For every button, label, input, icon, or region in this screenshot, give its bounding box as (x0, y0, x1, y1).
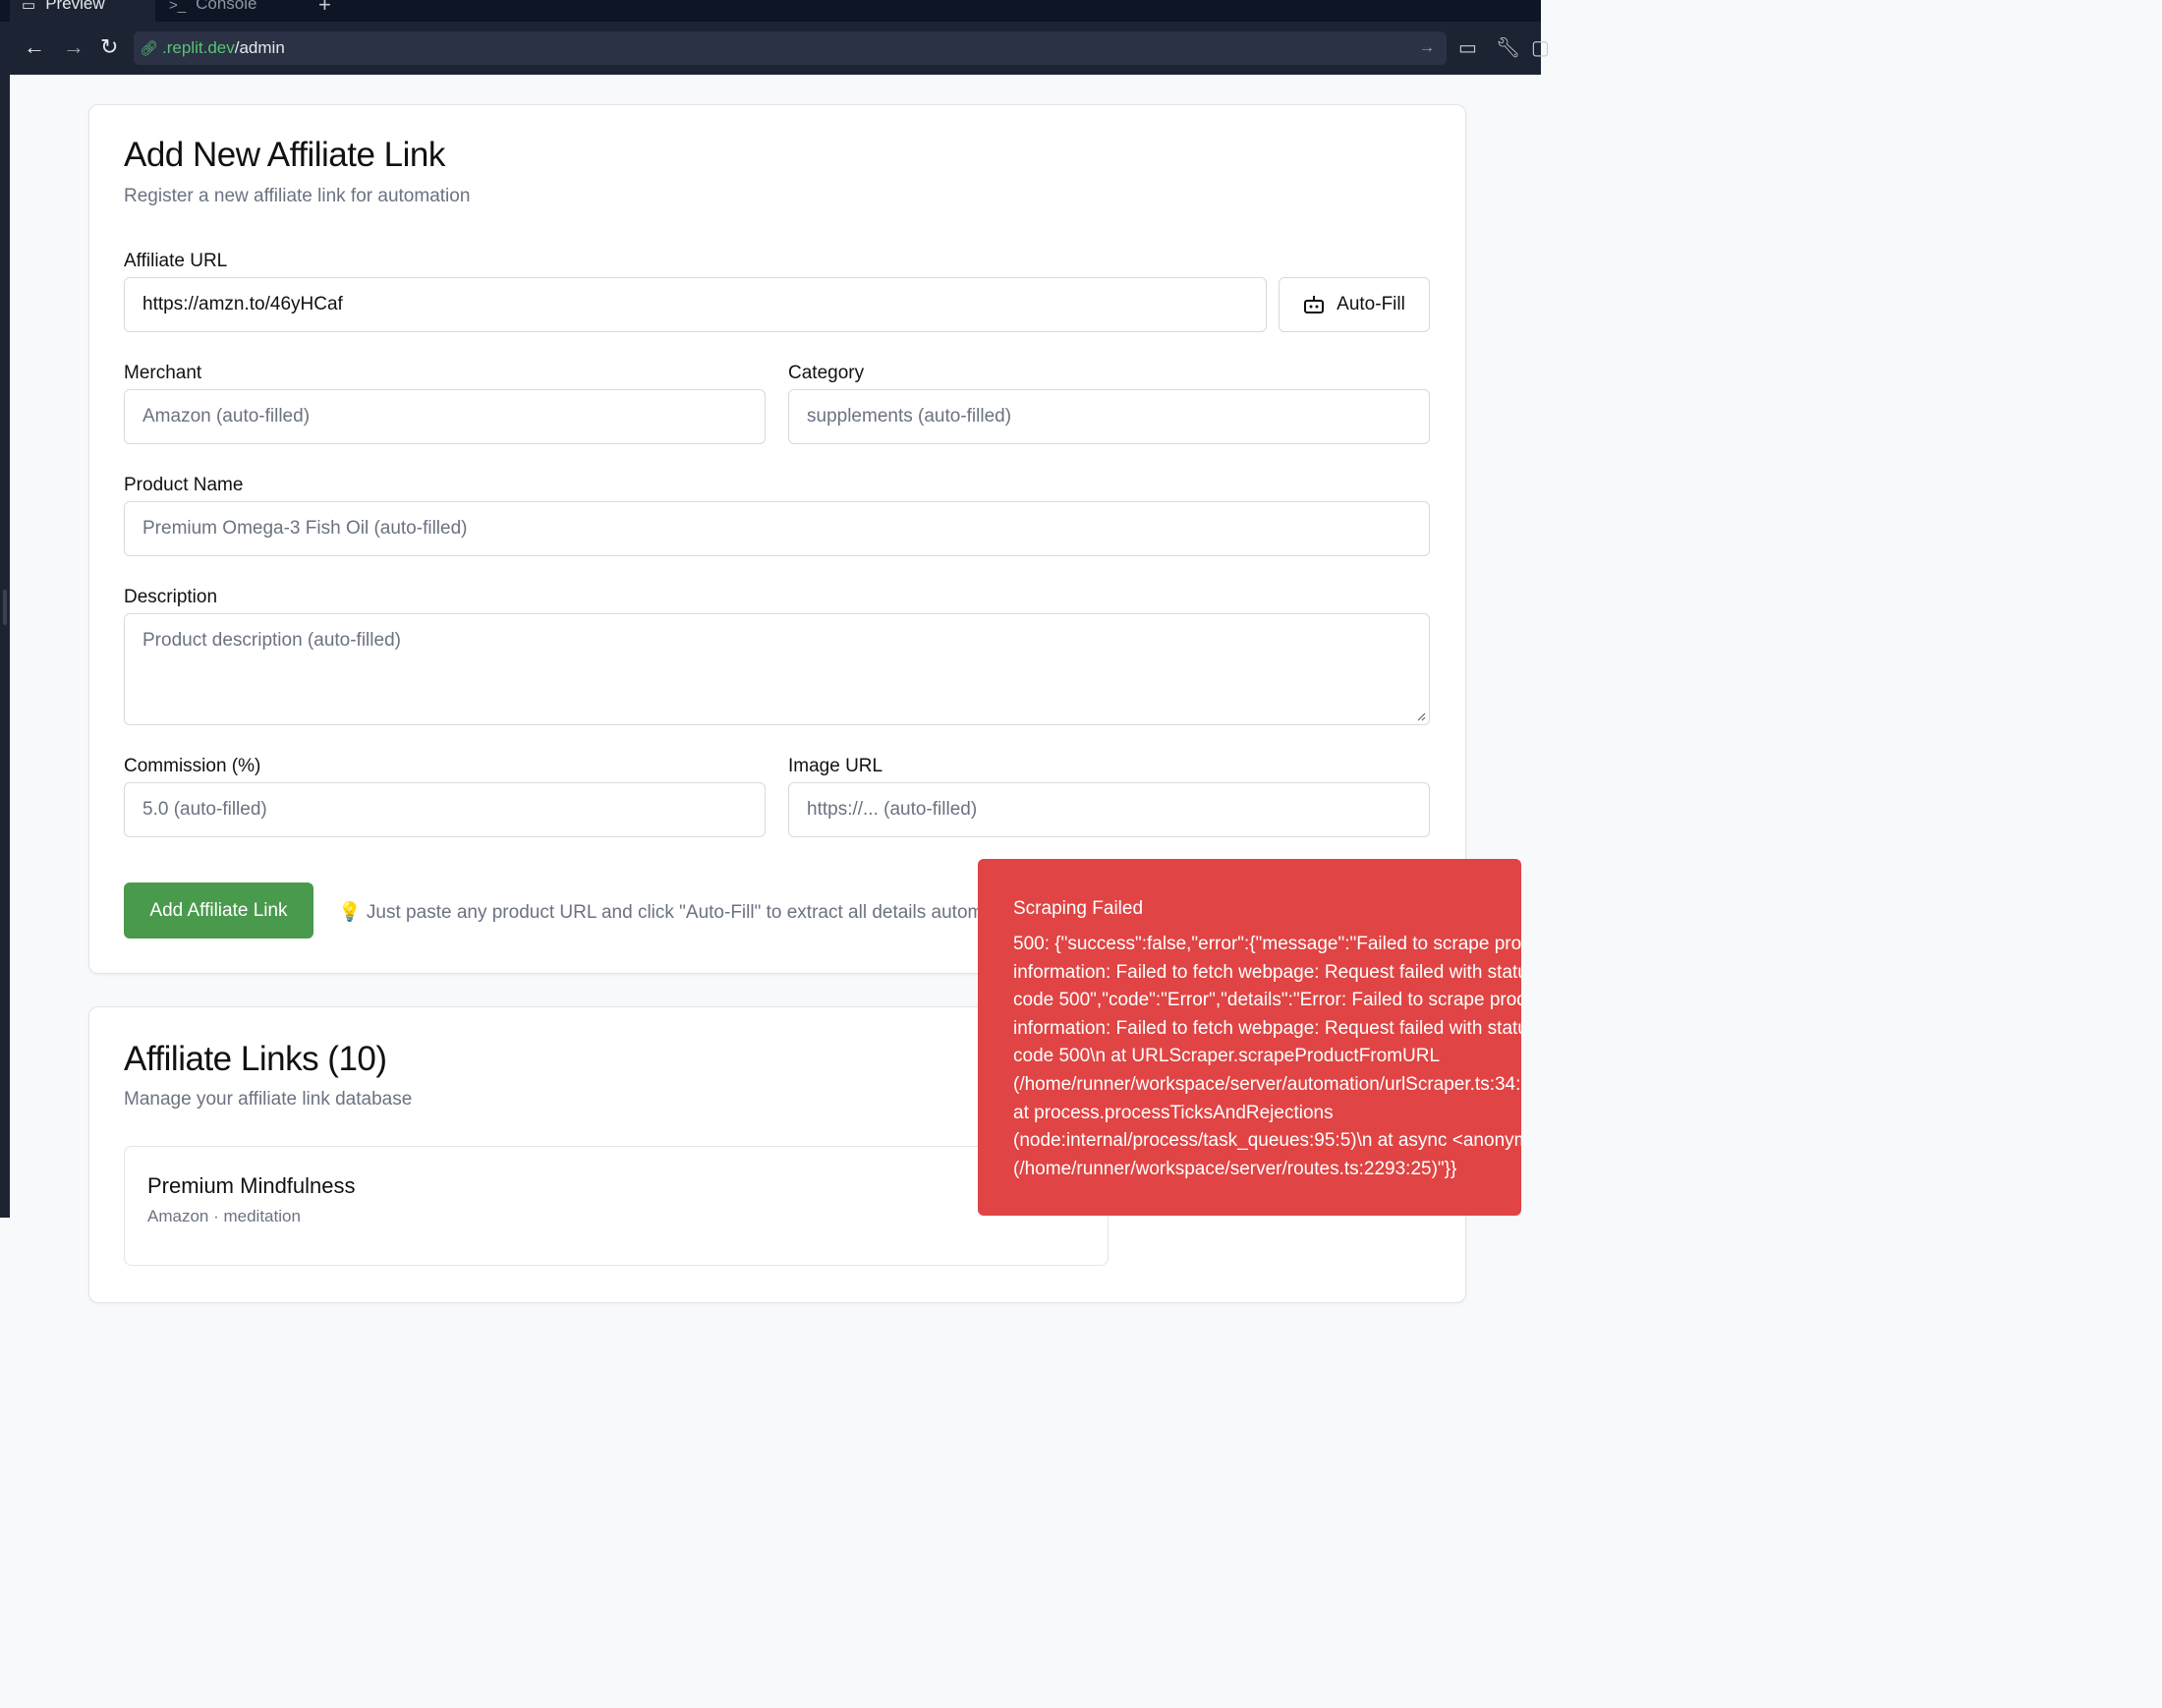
toast-line: code 500","code":"Error","details":"Erro… (1013, 990, 1521, 1011)
devices-icon[interactable]: ▭ (1458, 35, 1477, 60)
url-path: /admin (234, 38, 285, 57)
auto-fill-button[interactable]: Auto-Fill (1279, 277, 1430, 332)
link-item-title: Premium Mindfulness (147, 1173, 356, 1198)
error-toast[interactable]: Scraping Failed 500: {"success":false,"e… (978, 859, 1521, 1216)
terminal-icon: >_ (169, 0, 187, 14)
product-name-input[interactable]: Premium Omega-3 Fish Oil (auto-filled) (124, 501, 1430, 556)
wrench-icon[interactable]: 🔧︎ (1496, 35, 1520, 60)
link-item-subtitle: Amazon · meditation (147, 1207, 301, 1225)
toast-line: (/home/runner/workspace/server/automatio… (1013, 1073, 1521, 1095)
resize-handle-icon[interactable] (1416, 712, 1426, 721)
merchant-input[interactable]: Amazon (auto-filled) (124, 389, 766, 444)
robot-icon (1304, 296, 1325, 313)
refresh-icon[interactable]: ↻ (100, 33, 118, 61)
toast-title: Scraping Failed (1013, 898, 1144, 919)
toast-line: (node:internal/process/task_queues:95:5)… (1013, 1130, 1521, 1152)
left-panel-edge (0, 0, 10, 1218)
toast-line: information: Failed to fetch webpage: Re… (1013, 1017, 1521, 1039)
image-url-label: Image URL (788, 756, 883, 776)
toast-line: at process.processTicksAndRejections (1013, 1102, 1334, 1123)
toast-line: information: Failed to fetch webpage: Re… (1013, 961, 1521, 983)
description-label: Description (124, 587, 218, 607)
merchant-label: Merchant (124, 363, 202, 383)
tab-bar: ▭ Preview >_ Console + (0, 0, 1541, 22)
affiliate-url-label: Affiliate URL (124, 251, 228, 271)
affiliate-url-input[interactable]: https://amzn.to/46yHCaf (124, 277, 1267, 332)
tab-preview-label: Preview (45, 0, 105, 13)
links-title: Affiliate Links (10) (124, 1040, 387, 1078)
navigate-arrow-icon[interactable]: → (1419, 39, 1435, 57)
new-window-icon[interactable]: ▢ (1531, 35, 1550, 60)
forward-arrow-icon[interactable]: → (63, 33, 85, 61)
links-subtitle: Manage your affiliate link database (124, 1089, 413, 1110)
toast-line: 500: {"success":false,"error":{"message"… (1013, 934, 1521, 954)
back-arrow-icon[interactable]: ← (24, 33, 45, 61)
auto-fill-label: Auto-Fill (1337, 294, 1405, 314)
add-affiliate-link-button[interactable]: Add Affiliate Link (124, 882, 313, 939)
new-tab-button[interactable]: + (318, 0, 331, 18)
form-subtitle: Register a new affiliate link for automa… (124, 186, 471, 206)
description-textarea[interactable]: Product description (auto-filled) (124, 613, 1430, 725)
tab-console[interactable]: >_ Console (157, 0, 303, 22)
category-input[interactable]: supplements (auto-filled) (788, 389, 1430, 444)
link-item-card[interactable] (124, 1146, 1109, 1266)
image-url-input[interactable]: https://... (auto-filled) (788, 782, 1430, 837)
toast-line: code 500\n at URLScraper.scrapeProductFr… (1013, 1046, 1441, 1067)
form-title: Add New Affiliate Link (124, 136, 445, 174)
auto-fill-hint: 💡 Just paste any product URL and click "… (338, 902, 994, 923)
commission-input[interactable]: 5.0 (auto-filled) (124, 782, 766, 837)
url-domain: .replit.dev (162, 38, 235, 57)
tab-preview[interactable]: ▭ Preview (10, 0, 155, 22)
toast-line: (/home/runner/workspace/server/routes.ts… (1013, 1158, 1457, 1179)
browser-nav-bar: ← → ↻ 🔗︎ .replit.dev /admin → ▭ 🔧︎ ▢ (10, 22, 1550, 75)
description-placeholder: Product description (auto-filled) (142, 630, 401, 651)
address-bar[interactable]: 🔗︎ .replit.dev /admin → (134, 31, 1447, 65)
monitor-icon: ▭ (22, 0, 36, 14)
product-name-label: Product Name (124, 475, 244, 495)
toast-message: 500: {"success":false,"error":{"message"… (1013, 931, 1521, 1183)
category-label: Category (788, 363, 865, 383)
panel-resize-handle[interactable] (3, 590, 7, 625)
commission-label: Commission (%) (124, 756, 261, 776)
link-icon: 🔗︎ (140, 40, 159, 57)
tab-console-label: Console (196, 0, 257, 13)
